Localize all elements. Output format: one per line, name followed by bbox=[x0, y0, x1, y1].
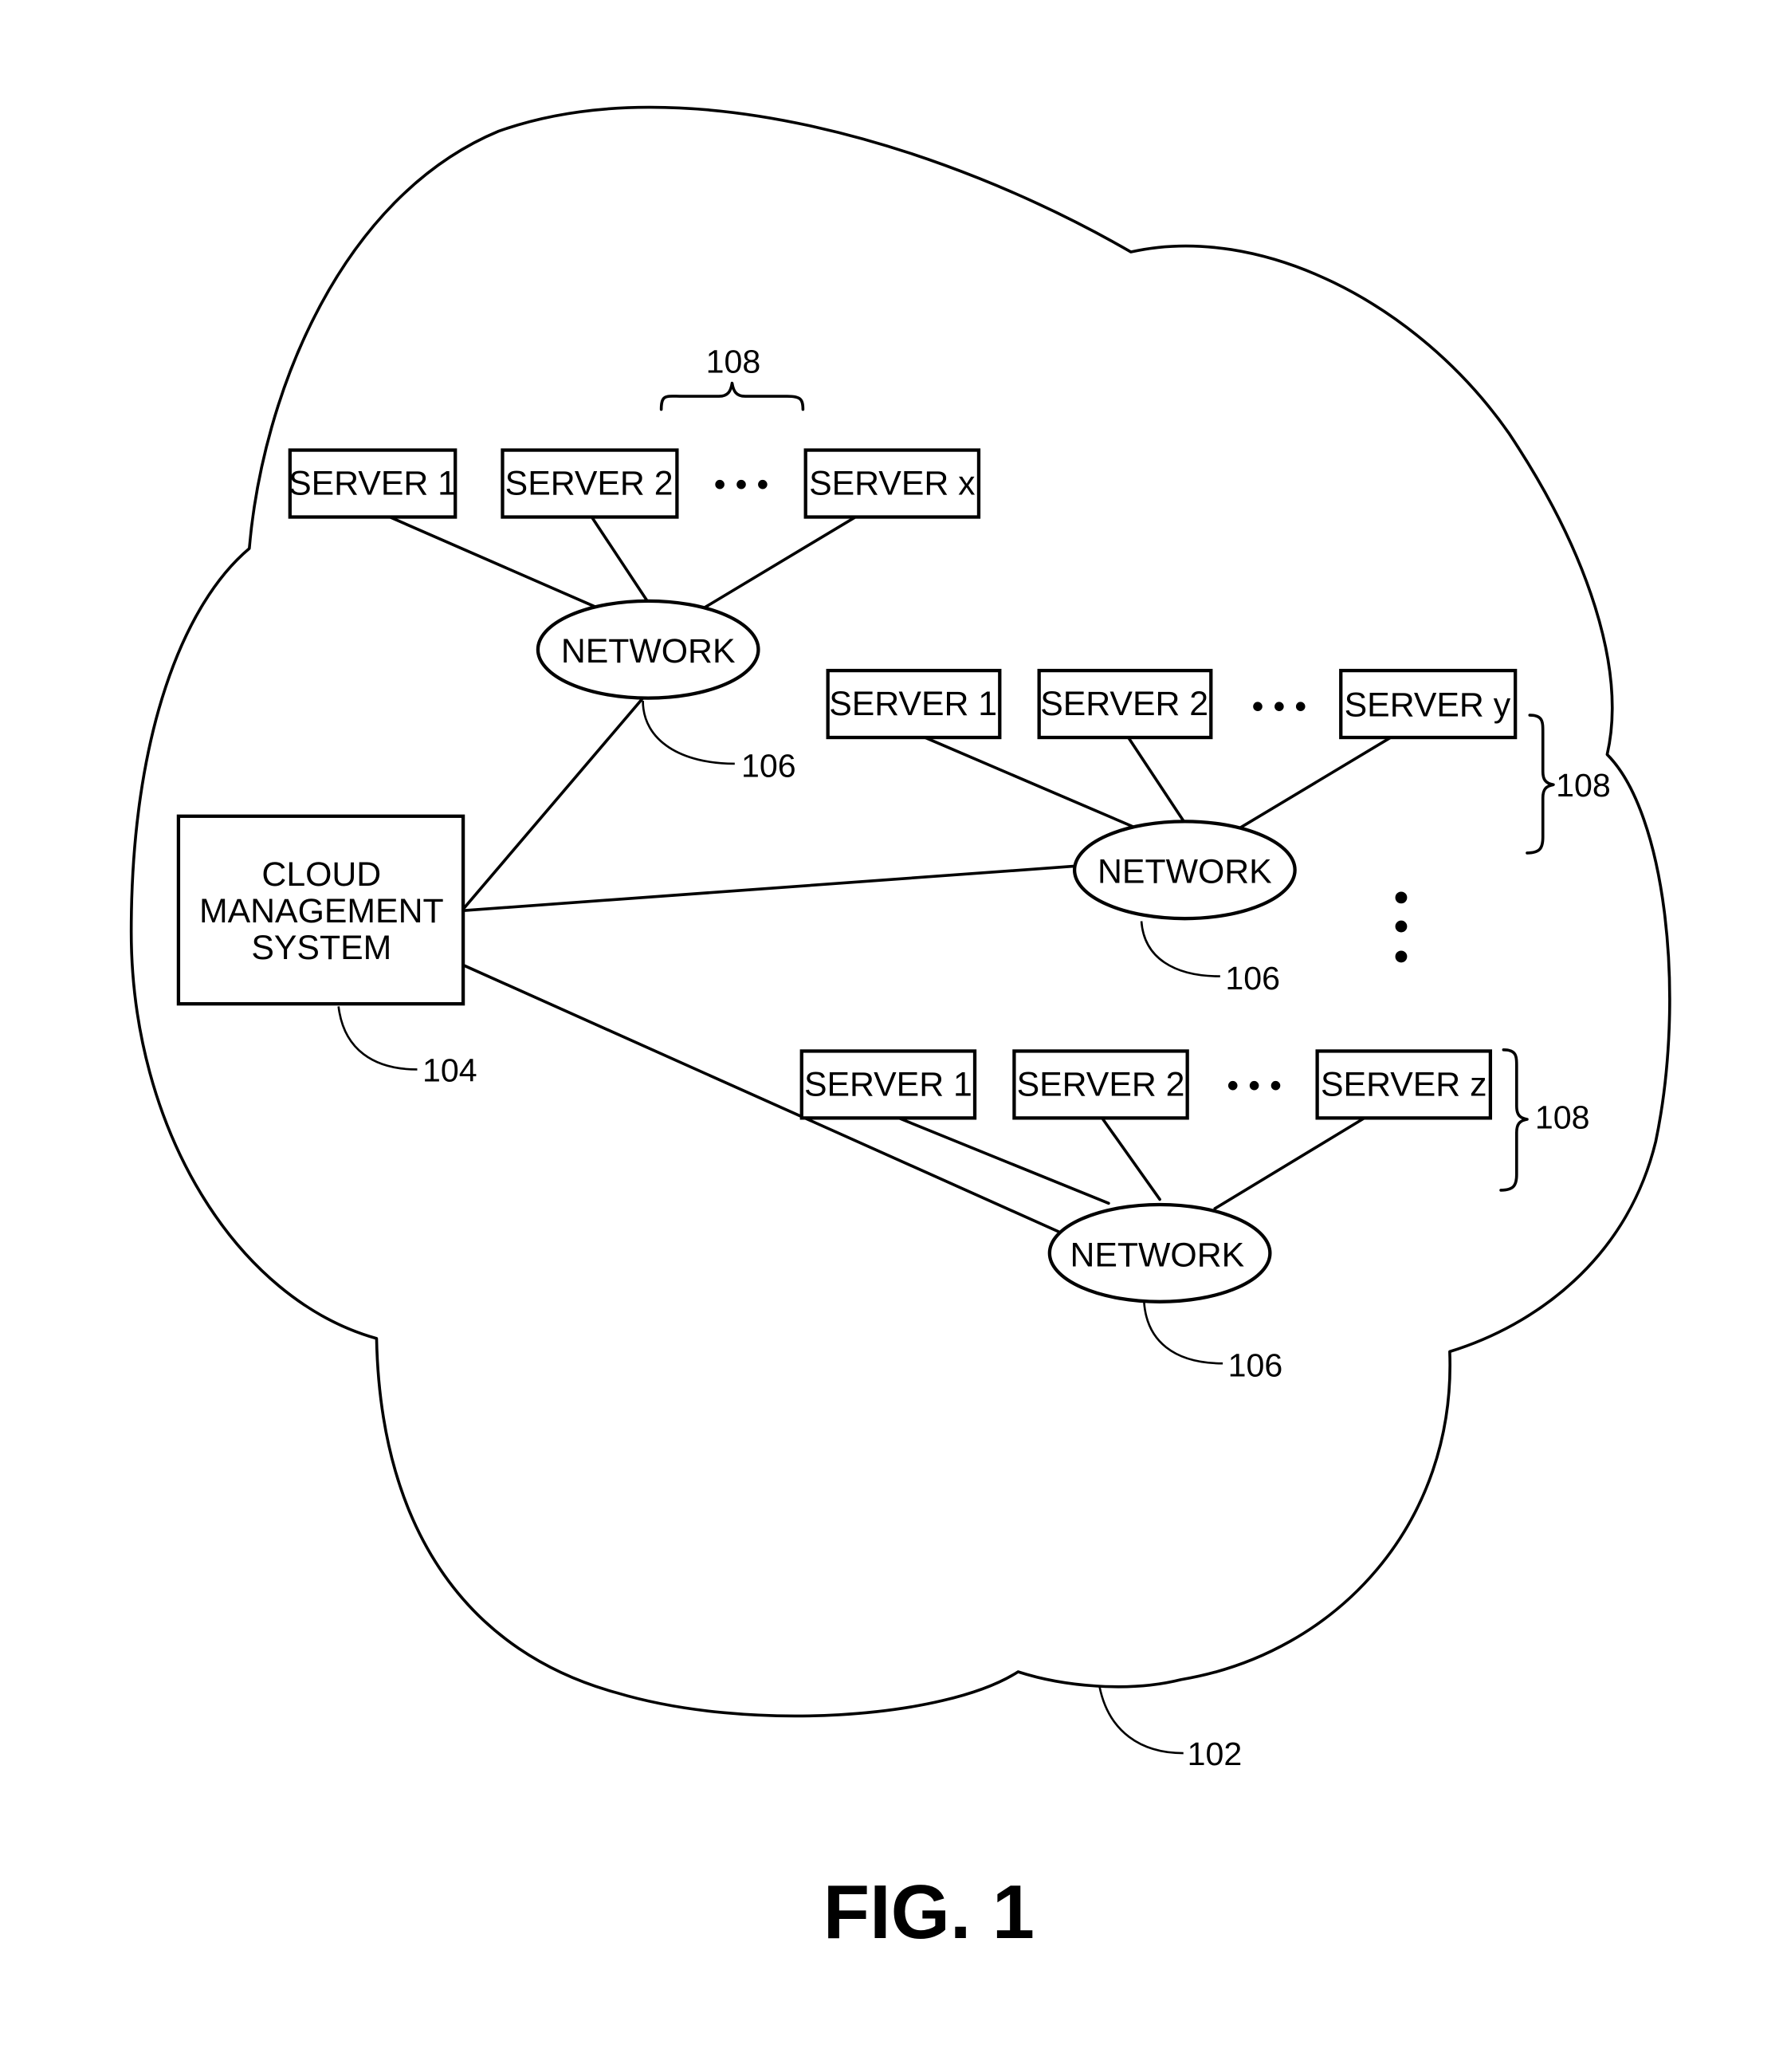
cms-line-1: CLOUD bbox=[261, 855, 381, 894]
server-group-2: SERVER 1 SERVER 2 • • • SERVER y NETWORK… bbox=[826, 668, 1611, 997]
server-label: SERVER x bbox=[809, 465, 975, 503]
ref-104: 104 bbox=[422, 1052, 477, 1088]
vertical-ellipsis bbox=[1395, 891, 1408, 963]
ref-106: 106 bbox=[1228, 1347, 1283, 1384]
leader-106 bbox=[1140, 921, 1220, 977]
ellipsis-dots: • • • bbox=[1252, 687, 1307, 725]
leader-106 bbox=[1143, 1301, 1223, 1365]
ref-108: 108 bbox=[1556, 767, 1611, 804]
leader-102 bbox=[1098, 1685, 1184, 1755]
ref-108: 108 bbox=[1535, 1099, 1590, 1136]
server-label: SERVER 2 bbox=[505, 465, 674, 503]
server-label: SERVER 1 bbox=[829, 685, 997, 723]
server-group-3: SERVER 1 SERVER 2 • • • SERVER z NETWORK… bbox=[799, 1048, 1590, 1384]
network-label: NETWORK bbox=[1070, 1236, 1244, 1274]
server-label: SERVER 1 bbox=[289, 465, 457, 503]
network-label: NETWORK bbox=[1098, 853, 1272, 891]
ref-106: 106 bbox=[741, 747, 796, 784]
brace-108 bbox=[1526, 714, 1555, 855]
brace-108 bbox=[659, 381, 805, 411]
patent-figure: 102 CLOUD MANAGEMENT SYSTEM 104 SERVER 1… bbox=[0, 0, 1783, 2072]
cms-line-2: MANAGEMENT bbox=[199, 892, 444, 930]
diagram-svg: 102 CLOUD MANAGEMENT SYSTEM 104 SERVER 1… bbox=[129, 105, 1671, 1955]
ref-108: 108 bbox=[706, 343, 761, 379]
leader-106 bbox=[642, 700, 735, 765]
server-label: SERVER 1 bbox=[804, 1065, 972, 1103]
ref-102: 102 bbox=[1188, 1736, 1243, 1772]
ellipsis-dots: • • • bbox=[1227, 1067, 1282, 1105]
ref-106: 106 bbox=[1225, 960, 1280, 997]
server-label: SERVER y bbox=[1345, 686, 1511, 725]
server-label: SERVER 2 bbox=[1040, 685, 1208, 723]
leader-104 bbox=[337, 1006, 418, 1071]
cms-line-3: SYSTEM bbox=[251, 929, 391, 967]
network-label: NETWORK bbox=[561, 632, 736, 670]
server-label: SERVER 2 bbox=[1017, 1065, 1185, 1103]
brace-108 bbox=[1499, 1048, 1529, 1192]
cloud-management-system: CLOUD MANAGEMENT SYSTEM bbox=[176, 814, 465, 1006]
figure-caption: FIG. 1 bbox=[823, 1870, 1035, 1955]
ellipsis-dots: • • • bbox=[714, 466, 769, 504]
server-label: SERVER z bbox=[1321, 1065, 1486, 1103]
